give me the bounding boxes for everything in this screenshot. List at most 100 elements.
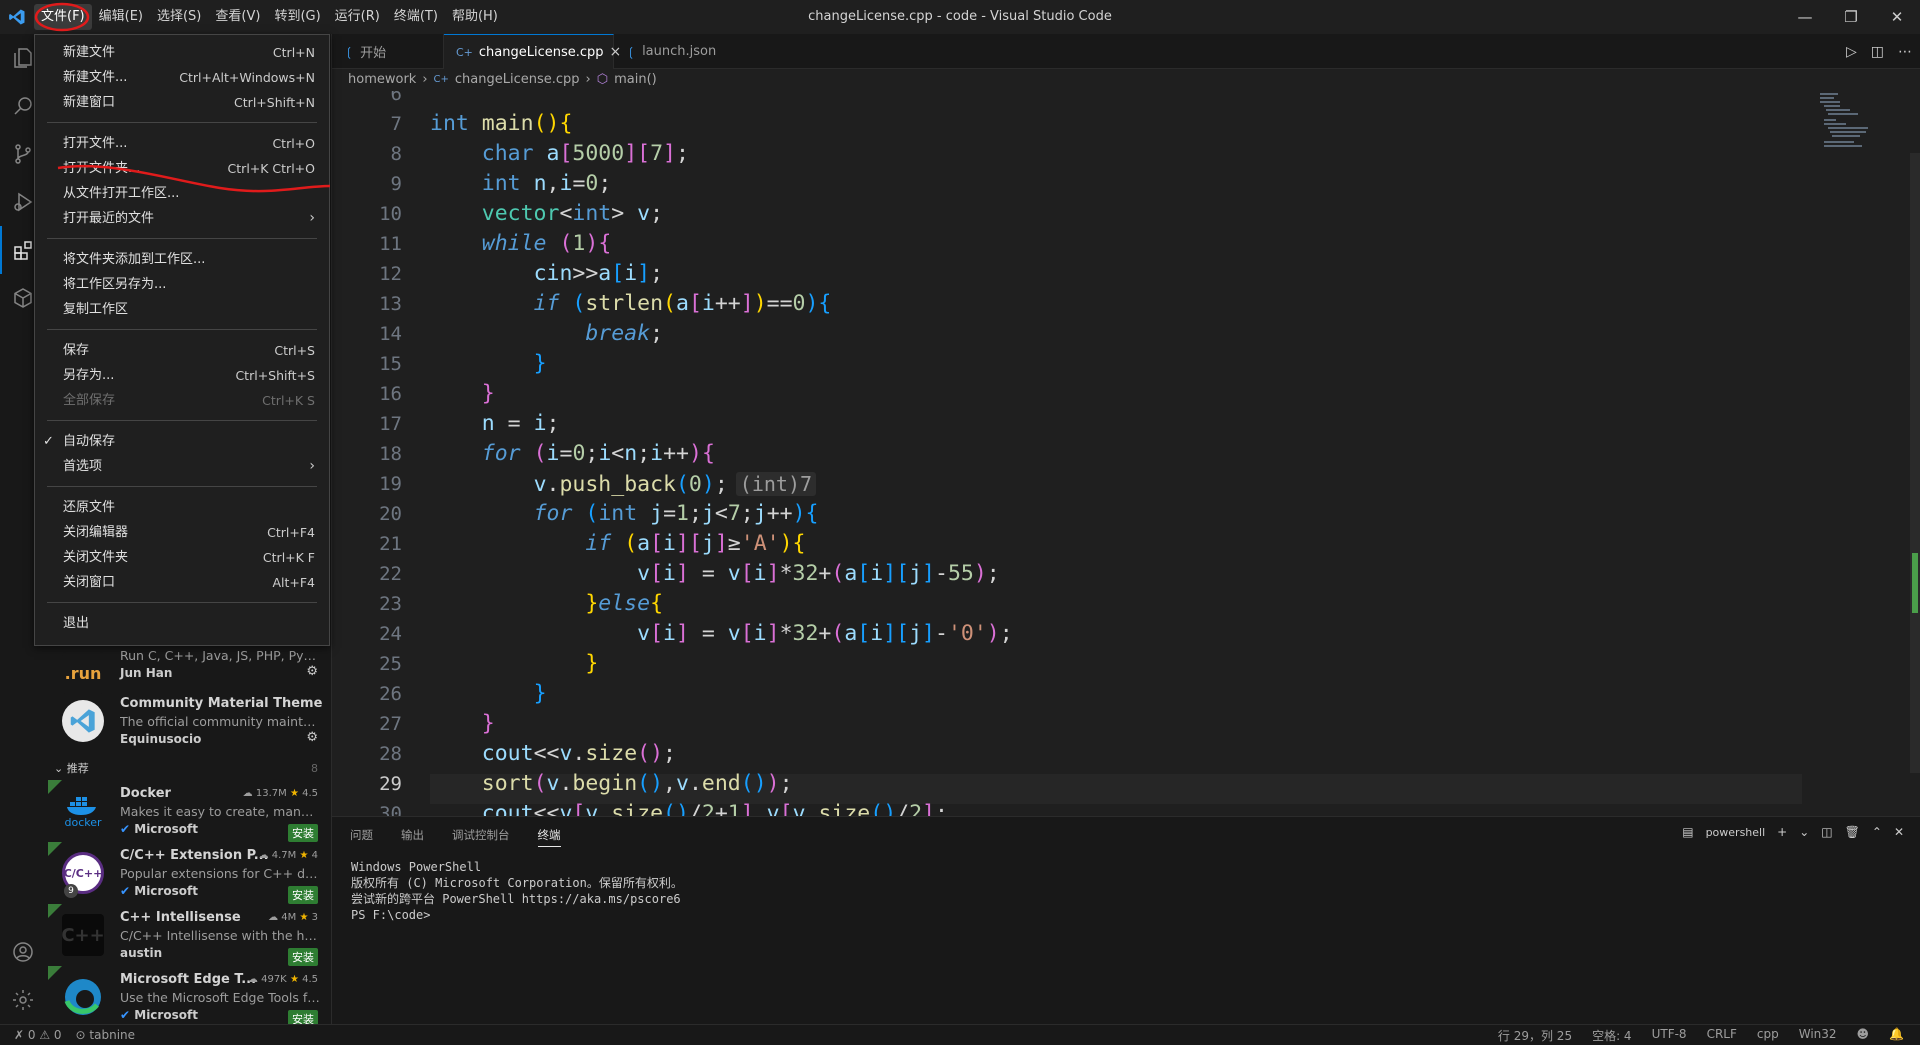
install-button[interactable]: 安装	[288, 948, 318, 966]
gear-icon[interactable]: ⚙	[306, 730, 318, 745]
close-panel-icon[interactable]: ✕	[1894, 825, 1904, 839]
menu-help[interactable]: 帮助(H)	[445, 4, 505, 30]
menu-item-open-recent[interactable]: 打开最近的文件 ›	[35, 206, 329, 231]
breadcrumb-file[interactable]: changeLicense.cpp	[455, 69, 580, 91]
downloads-count: 4M	[281, 912, 297, 923]
terminal-output[interactable]: Windows PowerShell 版权所有 (C) Microsoft Cor…	[351, 859, 683, 923]
minimap[interactable]	[1818, 91, 1902, 161]
cursor-position[interactable]: 行 29，列 25	[1498, 1027, 1572, 1044]
menu-item-label: 退出	[63, 616, 90, 631]
maximize-panel-icon[interactable]: ⌃	[1872, 825, 1882, 839]
menu-item-open-workspace[interactable]: 从文件打开工作区...	[35, 181, 329, 206]
extension-item-material-theme[interactable]: Community Material Theme The official co…	[46, 694, 331, 756]
extension-description: Popular extensions for C++ deve...	[120, 866, 320, 881]
code-line: cout<<v.size();	[481, 741, 676, 766]
tab-problems[interactable]: 问题	[350, 827, 373, 847]
extension-item-docker[interactable]: docker Docker ☁ 13.7M ★ 4.5 Makes it eas…	[46, 780, 331, 846]
tabnine-status[interactable]: ⊙ tabnine	[76, 1028, 135, 1042]
split-terminal-icon[interactable]: ◫	[1821, 825, 1832, 839]
restore-button[interactable]: ❐	[1828, 0, 1874, 34]
tab-welcome[interactable]: ❲ 开始	[332, 34, 444, 69]
new-terminal-icon[interactable]: +	[1777, 825, 1787, 839]
menu-item-save[interactable]: 保存 Ctrl+S	[35, 338, 329, 363]
gear-icon[interactable]: ⚙	[306, 664, 318, 679]
close-window-button[interactable]: ✕	[1874, 0, 1920, 34]
code-line: }	[481, 381, 495, 406]
tab-label: launch.json	[642, 44, 717, 59]
tab-debug-console[interactable]: 调试控制台	[452, 827, 510, 847]
run-file-icon[interactable]: ▷	[1846, 44, 1857, 60]
menu-item-close-folder[interactable]: 关闭文件夹 Ctrl+K F	[35, 545, 329, 570]
install-button[interactable]: 安装	[288, 1010, 318, 1024]
menu-file[interactable]: 文件(F)	[34, 4, 92, 30]
menu-item-auto-save[interactable]: ✓ 自动保存	[35, 429, 329, 454]
menu-item-new-file[interactable]: 新建文件 Ctrl+N	[35, 40, 329, 65]
menu-item-revert-file[interactable]: 还原文件	[35, 495, 329, 520]
menu-item-save-as[interactable]: 另存为... Ctrl+Shift+S	[35, 363, 329, 388]
menu-run[interactable]: 运行(R)	[328, 4, 387, 30]
tab-terminal[interactable]: 终端	[537, 827, 561, 847]
menu-item-label: 打开最近的文件	[63, 211, 155, 226]
menu-item-preferences[interactable]: 首选项 ›	[35, 454, 329, 479]
language-mode[interactable]: cpp	[1757, 1027, 1779, 1044]
tab-changelicense-cpp[interactable]: C+ changeLicense.cpp ×	[444, 34, 621, 69]
menu-item-close-editor[interactable]: 关闭编辑器 Ctrl+F4	[35, 520, 329, 545]
breadcrumb-symbol[interactable]: main()	[614, 69, 657, 91]
more-actions-icon[interactable]: ⋯	[1898, 44, 1912, 60]
menu-item-add-folder-to-workspace[interactable]: 将文件夹添加到工作区...	[35, 247, 329, 272]
symbol-method-icon: ⬡	[596, 72, 609, 87]
code-editor[interactable]: 6 7 8 9 10 11 12 13 14 15 16 17 18 19 20…	[332, 91, 1920, 816]
extension-item-cpp-intellisense[interactable]: C++ C++ Intellisense ☁ 4M ★ 3 C/C++ Inte…	[46, 904, 331, 970]
indentation[interactable]: 空格: 4	[1592, 1027, 1632, 1044]
encoding[interactable]: UTF-8	[1652, 1027, 1687, 1044]
menu-terminal[interactable]: 终端(T)	[387, 4, 445, 30]
line-ending[interactable]: CRLF	[1707, 1027, 1737, 1044]
menu-item-open-folder[interactable]: 打开文件夹... Ctrl+K Ctrl+O	[35, 156, 329, 181]
menu-item-save-workspace-as[interactable]: 将工作区另存为...	[35, 272, 329, 297]
menu-item-duplicate-workspace[interactable]: 复制工作区	[35, 297, 329, 322]
install-button[interactable]: 安装	[288, 824, 318, 842]
code-line: break;	[585, 321, 664, 346]
menu-item-open-file[interactable]: 打开文件... Ctrl+O	[35, 131, 329, 156]
extension-item-edge-tools[interactable]: Microsoft Edge T... ☁ 497K ★ 4.5 Use the…	[46, 966, 331, 1024]
recommended-section-header[interactable]: ⌄ 推荐 8	[46, 758, 331, 780]
edge-logo-icon	[62, 976, 104, 1018]
line-number: 10	[379, 203, 402, 225]
line-number: 13	[379, 293, 402, 315]
tab-launch-json[interactable]: ❲ launch.json	[614, 34, 726, 69]
breadcrumb-folder[interactable]: homework	[348, 69, 416, 91]
extension-item-cpp-extension-pack[interactable]: C/C++ 9 C/C++ Extension P... ☁ 4.7M ★ 4 …	[46, 842, 331, 908]
minimize-button[interactable]: —	[1782, 0, 1828, 34]
scrollbar-thumb[interactable]	[1912, 553, 1918, 613]
tabnine-label: tabnine	[89, 1028, 136, 1042]
menu-selection[interactable]: 选择(S)	[150, 4, 208, 30]
feedback-icon[interactable]: ☻	[1857, 1027, 1870, 1044]
verified-icon: ✔	[120, 1008, 131, 1022]
menu-item-label: 打开文件...	[63, 136, 128, 151]
menu-item-exit[interactable]: 退出	[35, 611, 329, 636]
account-icon[interactable]	[0, 928, 46, 976]
menu-go[interactable]: 转到(G)	[267, 4, 327, 30]
platform[interactable]: Win32	[1799, 1027, 1837, 1044]
menu-view[interactable]: 查看(V)	[208, 4, 267, 30]
menu-item-new-window[interactable]: 新建窗口 Ctrl+Shift+N	[35, 90, 329, 115]
split-editor-icon[interactable]: ◫	[1871, 44, 1884, 60]
menu-item-shortcut: Ctrl+S	[274, 343, 315, 358]
tab-output[interactable]: 输出	[401, 827, 424, 847]
install-button[interactable]: 安装	[288, 886, 318, 904]
code-line: char a[5000][7];	[481, 141, 689, 166]
menu-edit[interactable]: 编辑(E)	[92, 4, 150, 30]
menu-item-close-window[interactable]: 关闭窗口 Alt+F4	[35, 570, 329, 595]
chevron-down-icon[interactable]: ⌄	[1799, 825, 1809, 839]
shell-name[interactable]: powershell	[1706, 826, 1766, 839]
terminal-icon: ▤	[1682, 825, 1694, 839]
menu-item-new-file-dialog[interactable]: 新建文件... Ctrl+Alt+Windows+N	[35, 65, 329, 90]
settings-gear-icon[interactable]	[0, 976, 46, 1024]
problems-status[interactable]: ✗ 0 ⚠ 0	[14, 1028, 62, 1042]
notifications-bell-icon[interactable]: 🔔	[1889, 1027, 1904, 1044]
menu-item-label: 保存	[63, 343, 90, 358]
trash-icon[interactable]: 🗑	[1845, 825, 1860, 839]
editor-scrollbar[interactable]	[1910, 153, 1920, 773]
cpp-icon: C+	[433, 74, 449, 85]
